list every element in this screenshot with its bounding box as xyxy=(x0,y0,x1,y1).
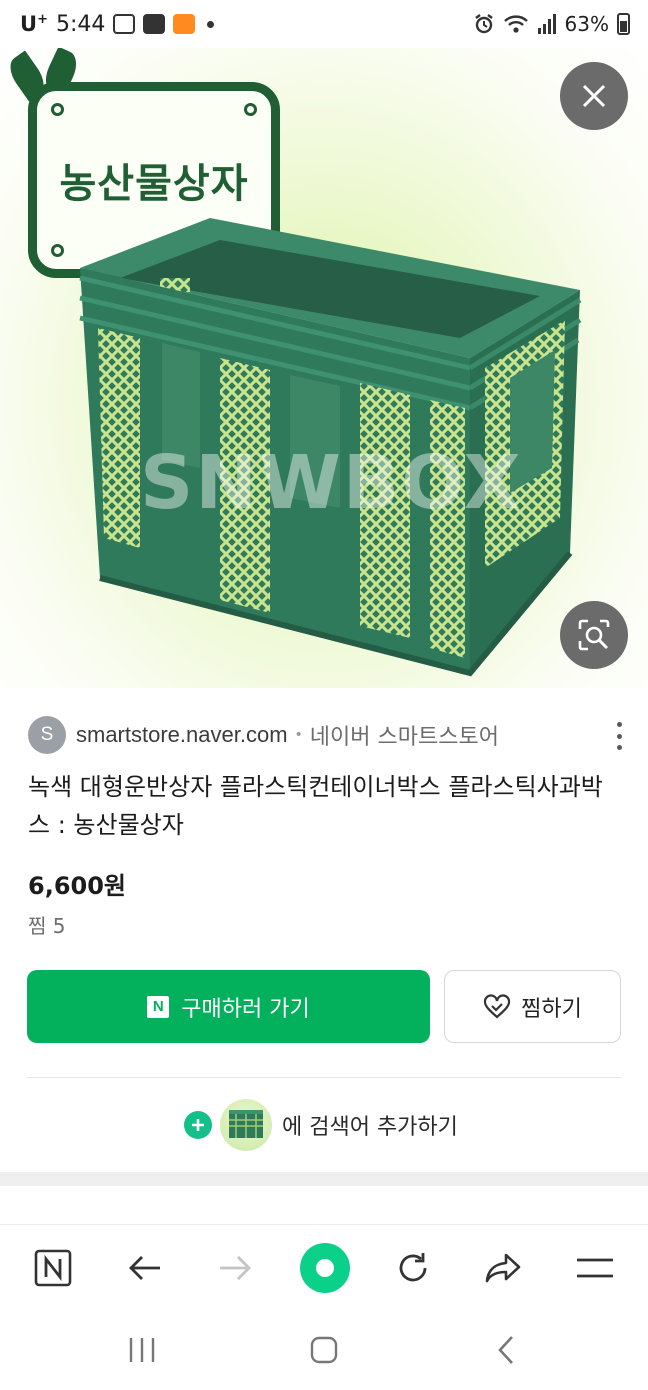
product-image[interactable]: 농산물상자 SNWBOX xyxy=(0,48,648,688)
product-thumbnail xyxy=(220,1099,272,1151)
lens-search-icon xyxy=(578,619,610,651)
green-dot-button[interactable] xyxy=(298,1241,352,1295)
sign-text: 농산물상자 xyxy=(59,161,249,207)
section-separator xyxy=(0,1172,648,1186)
browser-toolbar xyxy=(0,1224,648,1310)
green-dot-icon xyxy=(300,1243,350,1293)
lens-search-button[interactable] xyxy=(560,601,628,669)
carrier-label: U+ xyxy=(20,12,48,36)
source-link[interactable]: S smartstore.naver.com • 네이버 스마트스토어 xyxy=(28,716,499,754)
wifi-icon xyxy=(503,15,528,33)
refresh-button[interactable] xyxy=(388,1243,438,1293)
sign-bolt-icon xyxy=(244,103,257,116)
voicemail-icon xyxy=(113,14,136,34)
sign-bolt-icon xyxy=(51,103,64,116)
recent-apps-icon xyxy=(129,1338,155,1362)
share-button[interactable] xyxy=(478,1243,528,1293)
recent-apps-button[interactable] xyxy=(120,1328,164,1372)
forward-button[interactable] xyxy=(210,1243,260,1293)
naver-notification-icon xyxy=(143,14,166,34)
watermark-text: SNWBOX xyxy=(140,440,523,526)
domain-label: smartstore.naver.com xyxy=(76,722,288,747)
close-button[interactable] xyxy=(560,62,628,130)
chevron-left-icon xyxy=(498,1336,513,1364)
buy-button[interactable]: N 구매하러 가기 xyxy=(27,970,430,1043)
status-bar: U+ 5:44 63% xyxy=(0,0,648,48)
status-right: 63% xyxy=(473,8,630,40)
like-count: 찜 5 xyxy=(28,914,66,938)
signal-icon xyxy=(537,14,556,34)
product-price: 6,600원 xyxy=(28,872,126,900)
refresh-icon xyxy=(399,1253,427,1282)
site-favicon: S xyxy=(28,716,66,754)
naver-home-button[interactable] xyxy=(28,1243,78,1293)
back-button[interactable] xyxy=(120,1243,170,1293)
naver-home-icon xyxy=(34,1249,72,1287)
alarm-icon xyxy=(474,14,493,34)
save-button-label: 찜하기 xyxy=(521,996,582,1022)
separator-dot: • xyxy=(294,727,303,743)
system-navigation-bar xyxy=(0,1310,648,1390)
clock: 5:44 xyxy=(55,11,106,37)
battery-percent: 63% xyxy=(564,12,609,36)
battery-icon xyxy=(617,13,630,35)
status-left: U+ 5:44 xyxy=(20,8,215,40)
home-button[interactable] xyxy=(302,1328,346,1372)
heart-check-icon xyxy=(484,993,511,1018)
naver-n-icon: N xyxy=(147,995,170,1018)
product-title[interactable]: 녹색 대형운반상자 플라스틱컨테이너박스 플라스틱사과박스 : 농산물상자 xyxy=(28,768,620,844)
close-icon xyxy=(582,84,606,108)
forward-arrow-icon xyxy=(220,1256,251,1280)
menu-button[interactable] xyxy=(570,1243,620,1293)
more-options-icon[interactable] xyxy=(608,722,630,750)
sign-bolt-icon xyxy=(51,244,64,257)
divider xyxy=(27,1077,621,1078)
share-icon xyxy=(485,1253,521,1283)
save-button[interactable]: 찜하기 xyxy=(444,970,621,1043)
crate-thumbnail-icon xyxy=(229,1110,263,1138)
buy-button-label: 구매하러 가기 xyxy=(181,996,310,1022)
app-notification-icon xyxy=(173,14,196,34)
back-arrow-icon xyxy=(129,1256,160,1280)
plus-icon xyxy=(184,1111,212,1139)
store-name: 네이버 스마트스토어 xyxy=(309,725,499,750)
system-back-button[interactable] xyxy=(484,1328,528,1372)
add-search-term-label: 에 검색어 추가하기 xyxy=(282,1115,458,1140)
more-notifications-icon xyxy=(207,20,215,28)
add-search-term-button[interactable]: 에 검색어 추가하기 xyxy=(184,1098,458,1152)
home-icon xyxy=(310,1336,338,1364)
menu-icon xyxy=(577,1258,613,1278)
